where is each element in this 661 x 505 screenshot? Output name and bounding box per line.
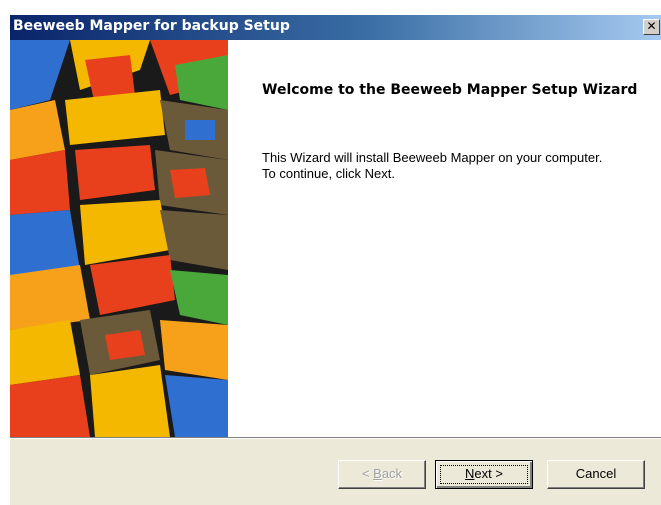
wizard-footer: < Back Next > Cancel [10, 439, 661, 505]
cancel-button-label: Cancel [575, 466, 617, 481]
close-icon: ✕ [646, 19, 657, 33]
next-button[interactable]: Next > [435, 460, 533, 489]
intro-line-1: This Wizard will install Beeweeb Mapper … [262, 150, 603, 165]
back-button-label: < Back [362, 466, 402, 481]
wizard-content: Welcome to the Beeweeb Mapper Setup Wiza… [228, 40, 661, 437]
welcome-heading: Welcome to the Beeweeb Mapper Setup Wiza… [262, 82, 638, 98]
next-button-rest: ext > [474, 466, 503, 481]
back-button[interactable]: < Back [338, 460, 426, 489]
window-title: Beeweeb Mapper for backup Setup [13, 18, 290, 34]
setup-wizard-window: Beeweeb Mapper for backup Setup ✕ Welcom… [10, 15, 661, 505]
back-button-rest: ack [381, 466, 403, 481]
banner-artwork [10, 40, 228, 437]
wizard-banner-image [10, 40, 228, 437]
intro-line-2: To continue, click Next. [262, 166, 395, 181]
back-button-mnemonic: B [373, 466, 382, 481]
next-button-label: Next > [465, 466, 503, 481]
back-button-prefix: < [361, 466, 374, 481]
close-button[interactable]: ✕ [643, 19, 660, 35]
next-button-mnemonic: N [465, 466, 475, 481]
cancel-button[interactable]: Cancel [547, 460, 645, 489]
title-bar[interactable]: Beeweeb Mapper for backup Setup ✕ [10, 15, 661, 40]
